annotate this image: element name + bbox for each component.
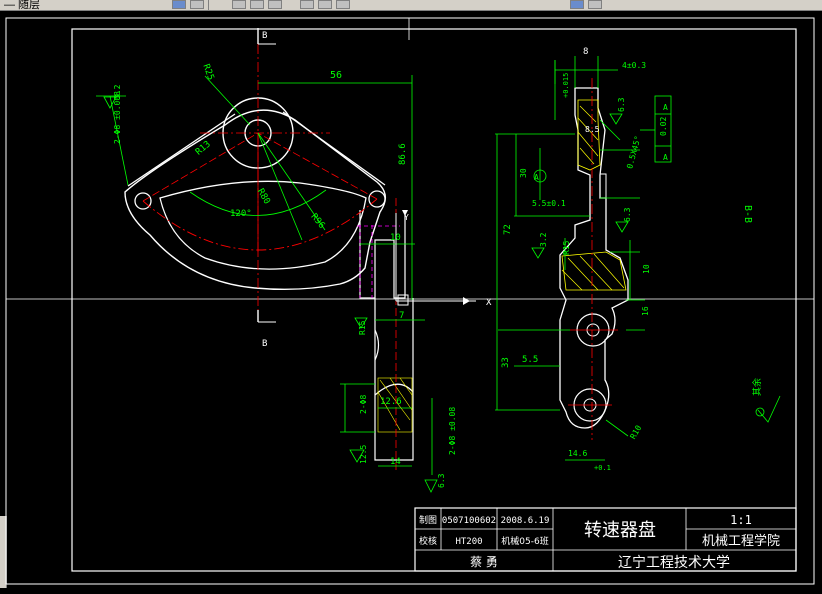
drawing-canvas[interactable]: B B Y X R25 56 86.6 120° R80 R96 R13 10 … — [0, 10, 822, 594]
layer-icon[interactable] — [172, 0, 186, 9]
color-icon[interactable] — [250, 0, 264, 9]
hole-label-right: 2-Φ8 ±0.08 — [448, 407, 457, 455]
sec-dim-30: 30 — [519, 168, 528, 178]
sec-chamfer: 0.5X45° — [625, 135, 642, 170]
dim-r25: R25 — [200, 63, 215, 82]
title-university: 辽宁工程技术大学 — [618, 554, 730, 571]
sec-datum-a: A — [534, 173, 539, 182]
dim-r15-front: R15 — [358, 320, 367, 335]
dim-12-6: 12.6 — [380, 397, 402, 407]
svg-text:Y: Y — [404, 213, 409, 222]
dim-86: 86.6 — [398, 143, 408, 165]
title-author: 蔡 勇 — [470, 555, 498, 569]
rough-6-3-front: 6.3 — [437, 473, 446, 488]
sec-tol-1: +0.015 — [562, 73, 570, 98]
dim-10: 10 — [390, 233, 401, 243]
section-mark-bottom: B — [262, 339, 267, 349]
sec-dim-14-6: 14.6 — [568, 449, 587, 458]
title-date: 2008.6.19 — [501, 516, 550, 526]
title-check-label: 校核 — [419, 535, 437, 547]
section-label-bb: B-B — [742, 205, 753, 223]
bolt-circle-arc — [142, 198, 378, 251]
svg-text:X: X — [486, 298, 492, 308]
ucs-icon: Y X — [395, 210, 492, 308]
sec-dim-33: 33 — [501, 357, 511, 368]
linetype-icon[interactable] — [232, 0, 246, 9]
sec-dim-r10: R10 — [628, 424, 643, 441]
dim-56: 56 — [330, 70, 342, 81]
hole-label-left: 2-Φ8 ±0.008 — [113, 91, 122, 144]
sec-rough-6-3b: 6.3 — [623, 207, 632, 222]
other-rough-note: 其余 — [751, 378, 763, 396]
datum-a-ref: A — [663, 153, 668, 162]
toolbar-divider — [208, 0, 209, 10]
sec-dim-8: 8 — [583, 47, 588, 57]
sec-dim-r15: R15 — [562, 240, 571, 255]
style-icon[interactable] — [268, 0, 282, 9]
sec-dim-5-5-tol: 5.5±0.1 — [532, 199, 566, 208]
pan-icon[interactable] — [336, 0, 350, 9]
plot-icon[interactable] — [300, 0, 314, 9]
title-dept: 机械工程学院 — [702, 533, 780, 549]
title-drawn-label: 制图 — [419, 514, 437, 526]
hole-label-bottom: 2-Φ8 — [359, 395, 368, 414]
dim-7: 7 — [399, 311, 404, 321]
dim-r80: R80 — [255, 187, 272, 206]
dim-120: 120° — [230, 209, 252, 219]
datum-a-label: A — [663, 103, 668, 112]
title-scale: 1:1 — [730, 513, 752, 527]
flatness-value: 0.02 — [659, 117, 668, 136]
sec-dim-10: 10 — [642, 264, 651, 274]
sec-dim-16: 16 — [641, 306, 650, 316]
title-drawn-id: 0507100602 — [442, 516, 496, 526]
front-view-stem — [359, 210, 406, 299]
sec-dim-4: 4±0.3 — [622, 61, 646, 70]
section-hatch-top — [577, 99, 601, 171]
sec-dim-72: 72 — [503, 224, 513, 235]
title-class: 机械05-6班 — [501, 535, 548, 547]
section-view-outline — [559, 87, 629, 429]
section-view — [460, 56, 781, 461]
sec-rough-6-3a: 6.3 — [617, 97, 626, 112]
help-icon[interactable] — [570, 0, 584, 9]
front-view: B B Y X — [96, 28, 492, 493]
properties-icon[interactable] — [190, 0, 204, 9]
sec-tol-2: +0.1 — [594, 464, 611, 472]
window-icon[interactable] — [588, 0, 602, 9]
front-view-outline — [124, 109, 386, 291]
sec-dim-5-5: 5.5 — [522, 355, 538, 365]
section-mark-top: B — [262, 31, 267, 41]
zoom-icon[interactable] — [318, 0, 332, 9]
drawing-border-inner — [71, 28, 797, 572]
title-part-name: 转速器盘 — [584, 520, 656, 541]
sec-rough-3-2: 3.2 — [539, 232, 548, 247]
rough-12-5: 12.5 — [359, 445, 368, 464]
dim-14: 14 — [390, 457, 401, 467]
sec-dim-8-5: 8.5 — [585, 125, 600, 134]
title-material: HT200 — [455, 537, 482, 547]
